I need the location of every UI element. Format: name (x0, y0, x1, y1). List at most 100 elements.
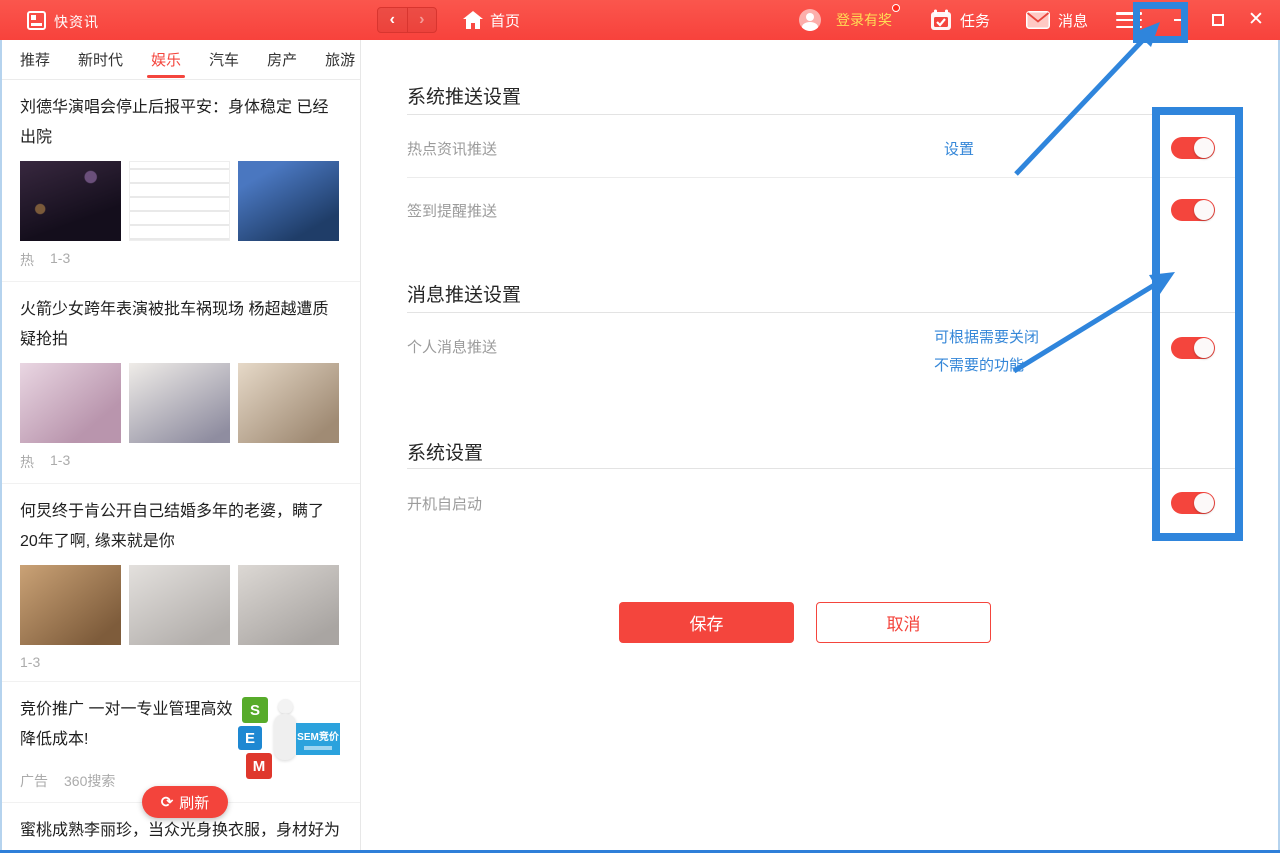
section-underline (407, 312, 1242, 313)
hot-badge: 热 (20, 250, 34, 270)
login-button[interactable]: 登录有奖 (799, 9, 892, 31)
maximize-button[interactable] (1210, 12, 1226, 28)
ad-source: 360搜索 (64, 771, 115, 791)
section-underline (407, 114, 1242, 115)
window-controls: ✕ (1172, 12, 1264, 28)
tasks-button[interactable]: 任务 (930, 9, 990, 31)
envelope-messages-icon (1026, 11, 1050, 29)
setting-label-autostart: 开机自启动 (407, 493, 482, 514)
minimize-icon (1174, 19, 1187, 21)
section-title-system-settings: 系统设置 (407, 438, 483, 465)
news-thumbnail (129, 161, 230, 241)
news-title: 蜜桃成熟李丽珍，当众光身换衣服，身材好为什么不给人看呢？ (20, 816, 340, 853)
settings-panel: 系统推送设置 热点资讯推送 设置 签到提醒推送 消息推送设置 个人消息推送 可根… (361, 40, 1280, 853)
titlebar: 快资讯 ‹ › 首页 登录有奖 (0, 0, 1280, 40)
home-icon (463, 11, 483, 29)
refresh-label: 刷新 (179, 792, 209, 813)
app-logo-icon (27, 11, 46, 30)
toggle-hot-news-push[interactable] (1171, 137, 1215, 159)
news-thumbnail (20, 161, 121, 241)
news-item[interactable]: 刘德华演唱会停止后报平安：身体稳定 已经出院 热 1-3 (0, 80, 360, 282)
section-title-message-push: 消息推送设置 (407, 280, 521, 307)
news-thumbnail (129, 565, 230, 645)
notification-dot (892, 4, 900, 12)
news-meta: 热 1-3 (20, 443, 340, 483)
news-thumbnail (238, 363, 339, 443)
sem-block-s: S (242, 697, 268, 723)
row-divider (407, 177, 1242, 178)
news-meta: 1-3 (20, 645, 340, 681)
tab-entertainment[interactable]: 娱乐 (151, 40, 181, 80)
refresh-button[interactable]: ⟳ 刷新 (142, 786, 228, 818)
news-meta: 热 1-3 (20, 241, 340, 281)
app-title: 快资讯 (54, 12, 99, 32)
back-button[interactable]: ‹ (378, 8, 408, 32)
hot-badge: 热 (20, 452, 34, 472)
main-menu-button[interactable] (1116, 12, 1142, 28)
section-underline (407, 468, 1242, 469)
forward-button[interactable]: › (408, 8, 437, 32)
minimize-button[interactable] (1172, 12, 1188, 28)
annotation-settings-note: 设置 (944, 138, 974, 159)
save-button[interactable]: 保存 (619, 602, 794, 643)
news-title: 刘德华演唱会停止后报平安：身体稳定 已经出院 (20, 93, 340, 153)
news-item[interactable]: 火箭少女跨年表演被批车祸现场 杨超越遭质疑抢拍 热 1-3 (0, 282, 360, 484)
login-label: 登录有奖 (836, 10, 892, 30)
news-thumbnails (20, 161, 340, 241)
image-count: 1-3 (50, 452, 70, 472)
news-title: 火箭少女跨年表演被批车祸现场 杨超越遭质疑抢拍 (20, 295, 340, 355)
refresh-icon: ⟳ (161, 793, 174, 811)
toggle-knob (1194, 200, 1214, 220)
news-thumbnail (20, 565, 121, 645)
tasks-label: 任务 (960, 10, 990, 31)
annotation-toggle-note-line2: 不需要的功能 (934, 354, 1024, 375)
setting-label-personal-message-push: 个人消息推送 (407, 336, 497, 357)
ad-item[interactable]: 竞价推广 一对一专业管理高效降低成本! 广告 360搜索 S E M SEM竞价 (0, 682, 360, 803)
news-title: 何炅终于肯公开自己结婚多年的老婆，瞒了20年了啊, 缘来就是你 (20, 497, 340, 557)
cancel-button[interactable]: 取消 (816, 602, 991, 643)
avatar-icon (799, 9, 821, 31)
home-button[interactable]: 首页 (463, 0, 520, 40)
toggle-autostart[interactable] (1171, 492, 1215, 514)
news-thumbnail (20, 363, 121, 443)
news-sidebar: 推荐 新时代 娱乐 汽车 房产 旅游 ≡ 刘德华演唱会停止后报平安：身体稳定 已… (0, 40, 361, 853)
toggle-personal-message-push[interactable] (1171, 337, 1215, 359)
category-tabs: 推荐 新时代 娱乐 汽车 房产 旅游 ≡ (0, 40, 360, 80)
toggle-knob (1194, 338, 1214, 358)
image-count: 1-3 (50, 250, 70, 270)
titlebar-right: 登录有奖 任务 消息 (799, 0, 1280, 40)
sem-tag: SEM竞价 (296, 723, 340, 755)
toggle-knob (1194, 138, 1214, 158)
ad-title: 竞价推广 一对一专业管理高效降低成本! (20, 695, 236, 755)
home-label: 首页 (490, 10, 520, 31)
tab-travel[interactable]: 旅游 (325, 40, 355, 80)
image-count: 1-3 (20, 654, 40, 670)
toggle-knob (1194, 493, 1214, 513)
close-button[interactable]: ✕ (1248, 12, 1264, 28)
annotation-toggle-note-line1: 可根据需要关闭 (934, 326, 1039, 347)
tab-recommend[interactable]: 推荐 (20, 40, 50, 80)
ad-badge: 广告 (20, 771, 48, 791)
toggle-checkin-reminder-push[interactable] (1171, 199, 1215, 221)
sem-block-e: E (238, 726, 262, 750)
news-thumbnail (129, 363, 230, 443)
messages-label: 消息 (1058, 10, 1088, 31)
news-item[interactable]: 何炅终于肯公开自己结婚多年的老婆，瞒了20年了啊, 缘来就是你 1-3 (0, 484, 360, 682)
news-thumbnails (20, 363, 340, 443)
window-border-left (0, 40, 2, 853)
tab-realestate[interactable]: 房产 (267, 40, 297, 80)
sem-ad-graphic: S E M SEM竞价 (236, 697, 340, 781)
setting-label-checkin-reminder-push: 签到提醒推送 (407, 200, 497, 221)
calendar-tasks-icon (930, 9, 952, 31)
tab-new-era[interactable]: 新时代 (78, 40, 123, 80)
tab-cars[interactable]: 汽车 (209, 40, 239, 80)
nav-history-group: ‹ › (377, 7, 437, 33)
close-icon: ✕ (1248, 12, 1264, 28)
news-thumbnail (238, 161, 339, 241)
maximize-icon (1212, 14, 1224, 26)
sem-block-m: M (246, 753, 272, 779)
app-window: 快资讯 ‹ › 首页 登录有奖 (0, 0, 1280, 853)
hamburger-icon (1116, 12, 1142, 15)
messages-button[interactable]: 消息 (1026, 10, 1088, 31)
setting-label-hot-news-push: 热点资讯推送 (407, 138, 497, 159)
